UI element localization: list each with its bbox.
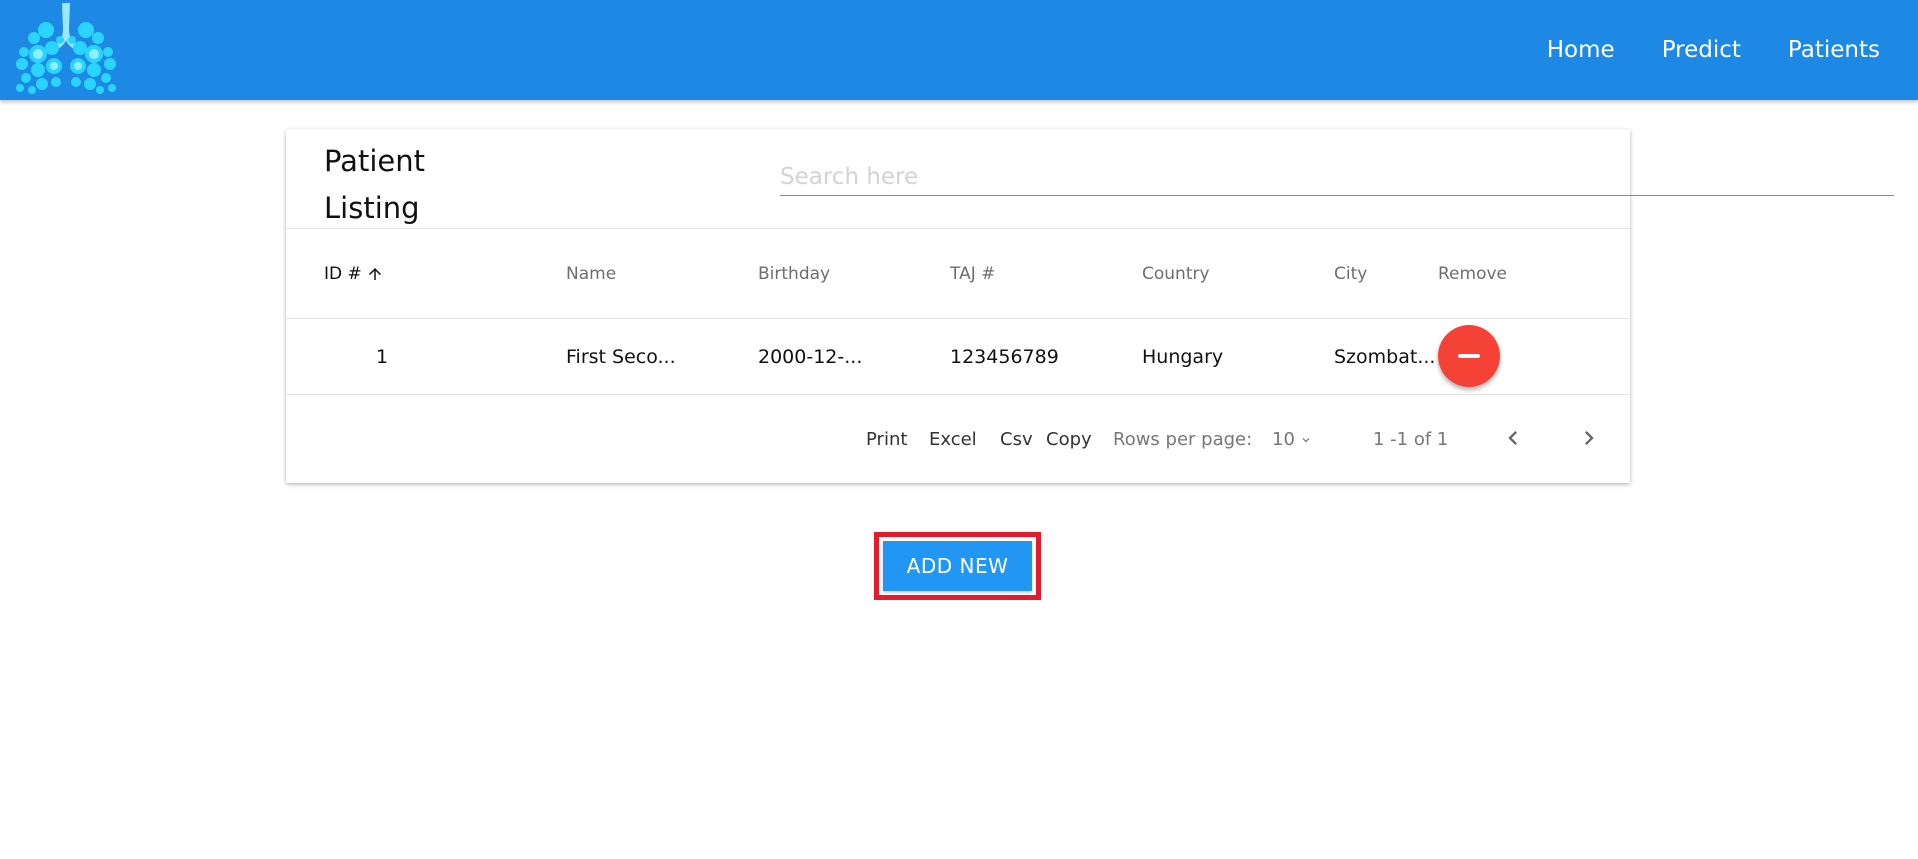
table-row[interactable]: 1 First Seco... 2000-12-... 123456789 Hu… <box>286 319 1630 395</box>
chevron-left-icon <box>1508 431 1517 445</box>
listing-title: Patient Listing <box>324 144 425 225</box>
remove-patient-button[interactable] <box>1438 325 1500 387</box>
chevron-right-icon <box>1585 431 1594 445</box>
minus-icon <box>1458 354 1480 358</box>
chevron-down-icon <box>1302 438 1310 443</box>
previous-page-button[interactable] <box>1497 422 1529 454</box>
cell-id: 1 <box>376 346 389 368</box>
add-new-highlight: ADD NEW <box>874 532 1041 600</box>
app-header: Home Predict Patients <box>0 0 1918 100</box>
nav-patients-link[interactable]: Patients <box>1788 37 1880 63</box>
nav-predict-link[interactable]: Predict <box>1662 37 1741 63</box>
column-header-id[interactable]: ID # <box>324 230 384 319</box>
listing-toolbar: Patient Listing <box>286 129 1894 229</box>
rows-per-page-value: 10 <box>1272 429 1295 450</box>
table-header: ID # Name Birthday TAJ # Country City Re… <box>286 230 1630 319</box>
patient-listing-card: Patient Listing ID # Name Birthday TAJ #… <box>286 129 1894 483</box>
cell-taj: 123456789 <box>950 346 1059 368</box>
lungs-icon[interactable] <box>12 0 120 98</box>
copy-button[interactable]: Copy <box>1046 396 1092 483</box>
cell-birthday: 2000-12-... <box>758 346 863 368</box>
add-new-button[interactable]: ADD NEW <box>883 541 1032 591</box>
cell-country: Hungary <box>1142 346 1224 368</box>
cell-name: First Seco... <box>566 346 676 368</box>
column-header-taj[interactable]: TAJ # <box>950 230 995 319</box>
csv-button[interactable]: Csv <box>1000 396 1033 483</box>
search-input[interactable] <box>780 160 1894 194</box>
sort-ascending-icon <box>368 268 381 280</box>
nav-home-link[interactable]: Home <box>1547 37 1615 63</box>
column-header-id-label: ID # <box>324 264 362 284</box>
column-header-city[interactable]: City <box>1334 230 1367 319</box>
column-header-name[interactable]: Name <box>566 230 616 319</box>
search-field <box>780 160 1894 196</box>
print-button[interactable]: Print <box>866 396 907 483</box>
rows-per-page-select[interactable]: 10 <box>1272 396 1313 483</box>
rows-per-page-label: Rows per page: <box>1113 429 1253 450</box>
pagination-info: 1 -1 of 1 <box>1373 429 1449 450</box>
excel-button[interactable]: Excel <box>929 396 977 483</box>
cell-city: Szombat... <box>1334 346 1436 368</box>
next-page-button[interactable] <box>1573 422 1605 454</box>
table-footer: Print Excel Csv Copy Rows per page: 10 1… <box>286 396 1630 483</box>
column-header-remove: Remove <box>1438 264 1507 284</box>
column-header-country[interactable]: Country <box>1142 230 1210 319</box>
main-nav: Home Predict Patients <box>1500 0 1880 100</box>
column-header-birthday[interactable]: Birthday <box>758 230 830 319</box>
